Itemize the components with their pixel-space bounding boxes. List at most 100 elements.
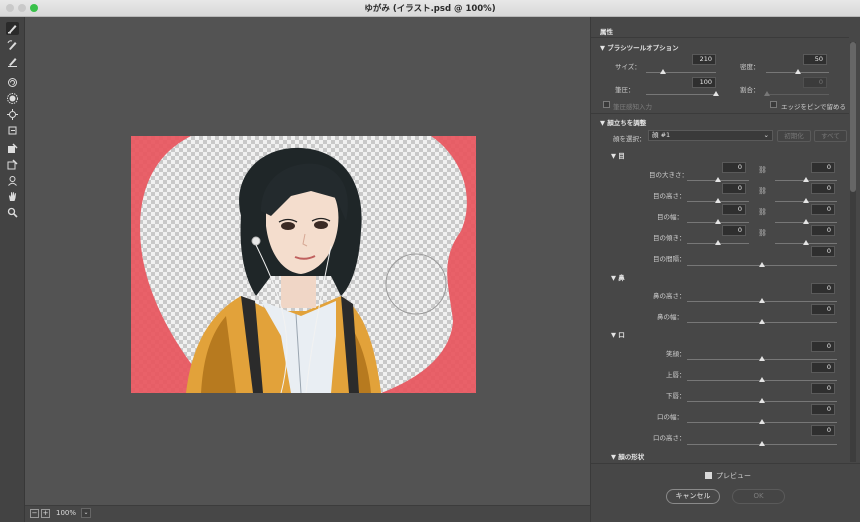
face-tool-icon[interactable] [6,174,19,187]
eye-width-label: 目の幅： [657,213,683,221]
chevron-down-icon: ⌄ [83,509,89,516]
brush-density-field[interactable]: 50 [803,54,827,65]
brush-density-label: 密度： [740,63,760,71]
lower-lip-field[interactable]: 0 [811,383,835,394]
chevron-down-icon: ⌄ [763,131,769,139]
eye-size-label: 目の大きさ： [649,171,688,179]
nose-width-field[interactable]: 0 [811,304,835,315]
link-icon[interactable]: ⛓ [758,166,767,174]
panel-scrollbar-thumb[interactable] [850,42,856,192]
eye-height-label: 目の高さ： [653,192,686,200]
brush-rate-thumb[interactable] [764,91,770,96]
preview-label: プレビュー [716,472,751,480]
link-icon[interactable]: ⛓ [758,208,767,216]
mouth-header[interactable]: ▼ 口 [611,329,625,339]
brush-density-thumb[interactable] [795,69,801,74]
reset-button[interactable]: 初期化 [777,130,811,142]
preview-image[interactable] [131,136,476,393]
eye-distance-field[interactable]: 0 [811,246,835,257]
zoom-in-button[interactable]: + [41,509,50,518]
smile-field[interactable]: 0 [811,341,835,352]
nose-width-thumb[interactable] [759,319,765,324]
select-face-dropdown[interactable]: 顔 #1 ⌄ [648,130,773,141]
eye-height-left-field[interactable]: 0 [722,183,746,194]
bloat-icon[interactable] [6,108,19,121]
stylus-pressure-checkbox[interactable] [603,101,610,108]
brush-rate-field[interactable]: 0 [803,77,827,88]
select-face-value: 顔 #1 [652,131,671,139]
smile-thumb[interactable] [759,356,765,361]
link-icon[interactable]: ⛓ [758,187,767,195]
thaw-mask-icon[interactable] [6,158,19,171]
eye-size-right-thumb[interactable] [803,177,809,182]
mouth-width-field[interactable]: 0 [811,404,835,415]
eye-height-right-thumb[interactable] [803,198,809,203]
eye-height-right-field[interactable]: 0 [811,183,835,194]
nose-height-field[interactable]: 0 [811,283,835,294]
eye-width-left-field[interactable]: 0 [722,204,746,215]
eye-width-right-thumb[interactable] [803,219,809,224]
mouth-height-field[interactable]: 0 [811,425,835,436]
eye-tilt-right-thumb[interactable] [803,240,809,245]
pucker-icon[interactable] [6,92,19,105]
eye-size-left-thumb[interactable] [715,177,721,182]
reconstruct-icon[interactable] [6,39,19,52]
eye-tilt-left-field[interactable]: 0 [722,225,746,236]
upper-lip-thumb[interactable] [759,377,765,382]
upper-lip-field[interactable]: 0 [811,362,835,373]
face-aware-title: 顔立ちを調整 [607,119,647,127]
lower-lip-thumb[interactable] [759,398,765,403]
eye-tilt-left-thumb[interactable] [715,240,721,245]
forward-warp-icon[interactable] [6,22,19,35]
mouth-height-thumb[interactable] [759,441,765,446]
ok-button[interactable]: OK [732,489,785,504]
eye-distance-thumb[interactable] [759,262,765,267]
panel-scrollbar[interactable] [850,42,856,462]
brush-size-label: サイズ： [615,63,641,71]
brush-size-field[interactable]: 210 [692,54,716,65]
eye-width-right-field[interactable]: 0 [811,204,835,215]
brush-pressure-thumb[interactable] [713,91,719,96]
eye-width-left-thumb[interactable] [715,219,721,224]
canvas-status-bar: − + 100% ⌄ [25,505,590,522]
brush-pressure-slider[interactable] [646,94,716,95]
eye-height-left-thumb[interactable] [715,198,721,203]
zoom-out-button[interactable]: − [30,509,39,518]
tools-panel [0,17,25,522]
properties-scroll-area[interactable]: 属性 ▼ ブラシツールオプション サイズ： 210 密度： 50 筆圧： 100… [591,17,849,462]
push-left-icon[interactable] [6,124,19,137]
brush-options-header[interactable]: ▼ ブラシツールオプション [600,42,679,52]
brush-size-thumb[interactable] [660,69,666,74]
all-button[interactable]: すべて [814,130,847,142]
brush-pressure-field[interactable]: 100 [692,77,716,88]
select-face-label: 顔を選択： [613,135,646,143]
face-shape-header[interactable]: ▼ 顔の形状 [611,451,644,461]
pin-edges-checkbox[interactable] [770,101,777,108]
eye-size-right-field[interactable]: 0 [811,162,835,173]
nose-header[interactable]: ▼ 鼻 [611,272,625,282]
smooth-icon[interactable] [6,55,19,68]
brush-size-slider[interactable] [646,72,716,73]
mouth-width-thumb[interactable] [759,419,765,424]
eye-distance-label: 目の間隔： [653,255,686,263]
preview-checkbox[interactable] [705,472,712,479]
collapse-arrow-icon: ▼ [611,274,616,282]
collapse-arrow-icon: ▼ [611,152,616,160]
zoom-icon[interactable] [6,206,19,219]
zoom-dropdown[interactable]: ⌄ [81,508,91,518]
collapse-arrow-icon: ▼ [600,119,605,127]
cancel-button[interactable]: キャンセル [666,489,720,504]
twirl-icon[interactable] [6,76,19,89]
brush-rate-label: 割合： [740,86,760,94]
divider [591,463,860,464]
nose-height-thumb[interactable] [759,298,765,303]
hand-icon[interactable] [6,190,19,203]
freeze-mask-icon[interactable] [6,142,19,155]
eyes-header[interactable]: ▼ 目 [611,150,625,160]
face-aware-header[interactable]: ▼ 顔立ちを調整 [600,117,646,127]
collapse-arrow-icon: ▼ [611,331,616,339]
brush-rate-slider[interactable] [766,94,829,95]
link-icon[interactable]: ⛓ [758,229,767,237]
eye-tilt-right-field[interactable]: 0 [811,225,835,236]
eye-size-left-field[interactable]: 0 [722,162,746,173]
